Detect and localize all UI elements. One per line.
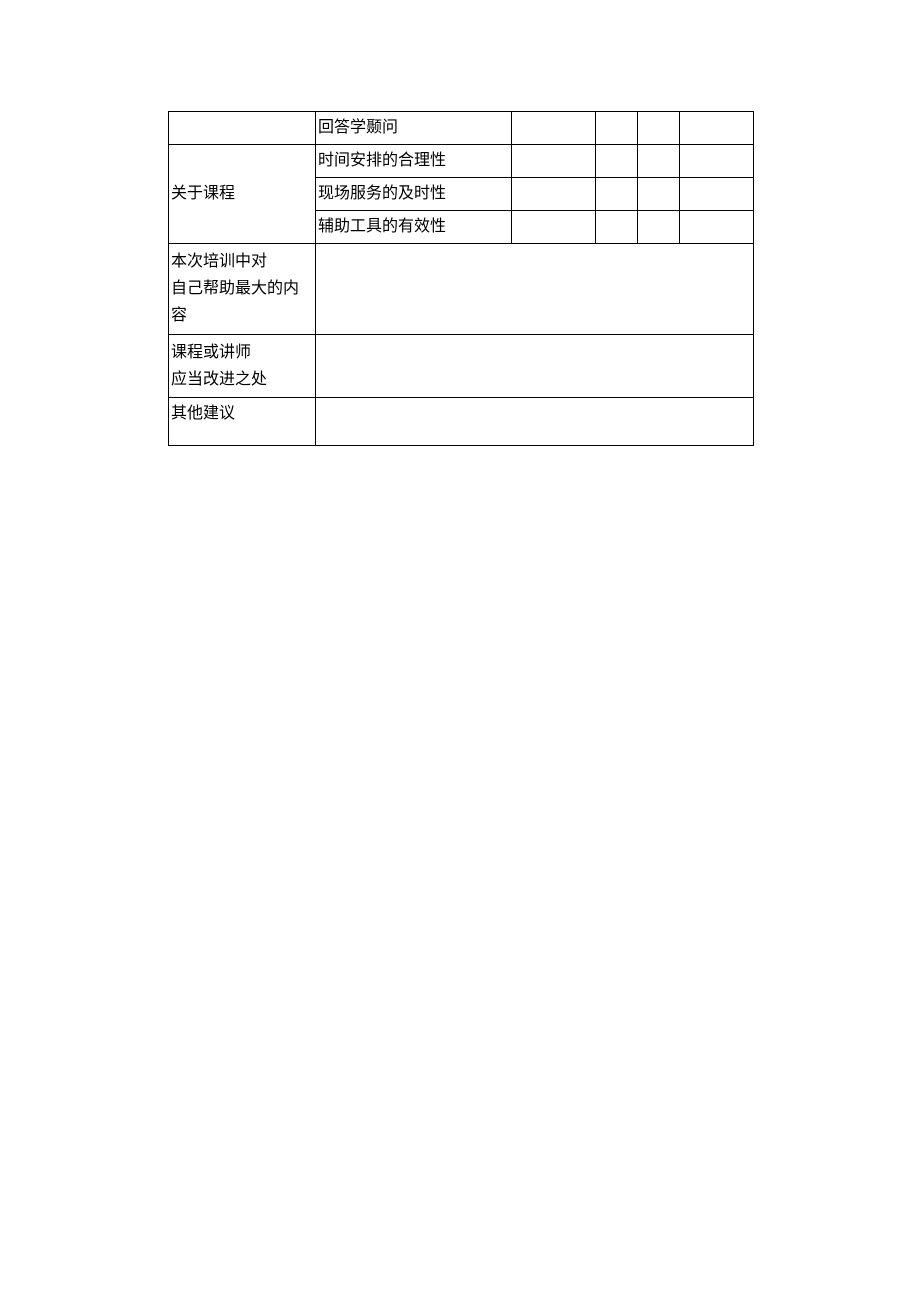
rating-cell[interactable] xyxy=(512,211,596,244)
table-row: 其他建议 xyxy=(169,397,754,445)
category-cell-improve: 课程或讲师 应当改进之处 xyxy=(169,334,316,397)
table-row: 课程或讲师 应当改进之处 xyxy=(169,334,754,397)
category-cell-course: 关于课程 xyxy=(169,145,316,244)
rating-cell[interactable] xyxy=(512,112,596,145)
rating-cell[interactable] xyxy=(596,112,638,145)
freeform-cell-improve[interactable] xyxy=(316,334,754,397)
rating-cell[interactable] xyxy=(512,145,596,178)
rating-cell[interactable] xyxy=(596,178,638,211)
rating-cell[interactable] xyxy=(512,178,596,211)
category-line1: 课程或讲师 xyxy=(171,344,251,361)
rating-cell[interactable] xyxy=(638,178,680,211)
rating-cell[interactable] xyxy=(680,145,754,178)
rating-cell[interactable] xyxy=(680,211,754,244)
category-line2: 自己帮助最大的内容 xyxy=(171,280,299,324)
rating-cell[interactable] xyxy=(638,211,680,244)
feedback-table: 回答学颞问 关于课程 时间安排的合理性 现场服务的及时性 xyxy=(168,111,754,446)
item-cell: 辅助工具的有效性 xyxy=(316,211,512,244)
table-row: 本次培训中对 自己帮助最大的内容 xyxy=(169,244,754,335)
rating-cell[interactable] xyxy=(638,145,680,178)
rating-cell[interactable] xyxy=(638,112,680,145)
rating-cell[interactable] xyxy=(596,145,638,178)
item-cell: 时间安排的合理性 xyxy=(316,145,512,178)
rating-cell[interactable] xyxy=(596,211,638,244)
table-row: 关于课程 时间安排的合理性 xyxy=(169,145,754,178)
category-cell-helpful: 本次培训中对 自己帮助最大的内容 xyxy=(169,244,316,335)
freeform-cell-other[interactable] xyxy=(316,397,754,445)
item-cell: 现场服务的及时性 xyxy=(316,178,512,211)
item-cell: 回答学颞问 xyxy=(316,112,512,145)
category-line2: 应当改进之处 xyxy=(171,371,267,388)
category-cell-other: 其他建议 xyxy=(169,397,316,445)
table-row: 回答学颞问 xyxy=(169,112,754,145)
freeform-cell-helpful[interactable] xyxy=(316,244,754,335)
category-line1: 本次培训中对 xyxy=(171,253,267,270)
rating-cell[interactable] xyxy=(680,112,754,145)
category-cell xyxy=(169,112,316,145)
rating-cell[interactable] xyxy=(680,178,754,211)
feedback-table-wrapper: 回答学颞问 关于课程 时间安排的合理性 现场服务的及时性 xyxy=(168,111,753,446)
